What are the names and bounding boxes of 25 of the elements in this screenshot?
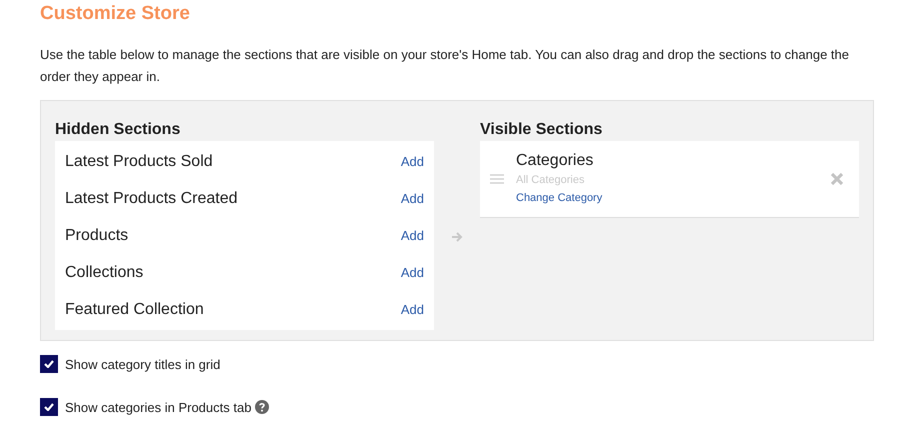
drag-handle-icon	[490, 174, 504, 184]
section-name: Collections	[65, 264, 144, 282]
add-link[interactable]: Add	[400, 191, 424, 206]
add-link[interactable]: Add	[400, 302, 424, 317]
checkbox-label: Show categories in Products tab	[65, 400, 252, 414]
checkbox[interactable]	[40, 355, 58, 373]
add-link[interactable]: Add	[400, 228, 424, 243]
arrow-right-icon	[451, 231, 463, 243]
add-link[interactable]: Add	[400, 265, 424, 280]
checkbox-label: Show category titles in grid	[65, 356, 220, 372]
help-icon[interactable]	[255, 400, 270, 414]
section-name: Latest Products Sold	[65, 152, 213, 170]
section-name: Categories	[516, 151, 594, 171]
description-text: Use the table below to manage the sections that are visible on your store's Home tab. You can also drag and drop the sections to change the order they appear in.	[40, 46, 850, 86]
check-icon	[44, 360, 54, 368]
section-name: Featured Collection	[65, 300, 204, 318]
section-name: Latest Products Created	[65, 190, 238, 208]
add-link[interactable]: Add	[400, 154, 424, 169]
section-heading: Hidden Sections	[55, 120, 180, 140]
section-name: Products	[65, 226, 128, 244]
check-icon	[44, 403, 54, 411]
change-category-link[interactable]: Change Category	[516, 189, 602, 207]
checkbox[interactable]	[40, 398, 58, 416]
section-heading: Visible Sections	[480, 120, 602, 140]
page-title: Customize Store	[40, 2, 190, 26]
